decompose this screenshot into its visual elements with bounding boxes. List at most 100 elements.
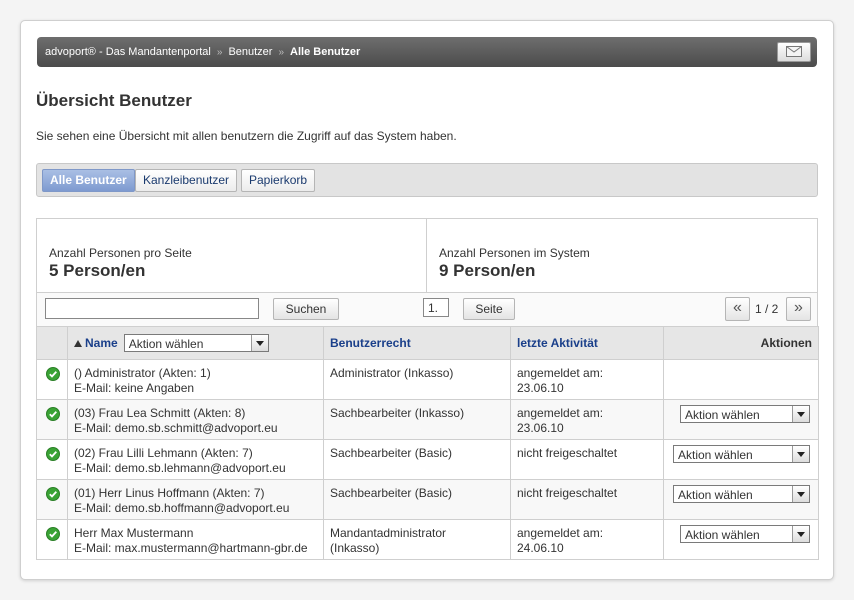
- table-row: (02) Frau Lilli Lehmann (Akten: 7) E-Mail…: [36, 439, 819, 480]
- activity-cell: nicht freigeschaltet: [510, 439, 664, 480]
- activity-cell: angemeldet am: 23.06.10: [510, 359, 664, 400]
- row-action-select[interactable]: Aktion wählen: [673, 445, 810, 463]
- activity-status: angemeldet am:: [517, 406, 604, 420]
- header-status: [36, 326, 68, 360]
- stat-per-page-value: 5 Person/en: [49, 261, 146, 280]
- user-rights-extra: (Inkasso): [330, 541, 380, 555]
- breadcrumb-item-home[interactable]: advoport® - Das Mandantenportal: [45, 46, 211, 58]
- tab-papierkorb[interactable]: Papierkorb: [241, 169, 316, 192]
- stat-total-label: Anzahl Personen im System: [439, 246, 590, 260]
- name-cell: (02) Frau Lilli Lehmann (Akten: 7) E-Mail…: [67, 439, 324, 480]
- row-action-select[interactable]: Aktion wählen: [673, 485, 810, 503]
- activity-status: nicht freigeschaltet: [517, 486, 618, 500]
- user-name[interactable]: (01) Herr Linus Hoffmann (Akten: 7): [74, 486, 317, 501]
- search-input[interactable]: [45, 298, 259, 319]
- sort-name-link[interactable]: Name: [74, 336, 118, 350]
- rights-cell: Sachbearbeiter (Basic): [323, 479, 511, 520]
- rights-cell: Sachbearbeiter (Basic): [323, 439, 511, 480]
- bulk-action-select-value: Aktion wählen: [128, 337, 204, 351]
- chevron-down-icon: [792, 486, 809, 502]
- actions-cell: Aktion wählen: [663, 479, 819, 520]
- name-cell: (03) Frau Lea Schmitt (Akten: 8) E-Mail: …: [67, 399, 324, 440]
- status-cell: [36, 519, 68, 560]
- header-activity[interactable]: letzte Aktivität: [510, 326, 664, 360]
- user-email: E-Mail: keine Angaben: [74, 381, 195, 395]
- actions-cell: Aktion wählen: [663, 399, 819, 440]
- breadcrumb-separator: »: [278, 47, 285, 58]
- page-title: Übersicht Benutzer: [36, 91, 192, 110]
- page-number-input[interactable]: 1.: [423, 298, 449, 317]
- header-name: Name Aktion wählen: [67, 326, 324, 360]
- breadcrumb: advoport® - Das Mandantenportal » Benutzer…: [37, 37, 817, 67]
- header-rights[interactable]: Benutzerrecht: [323, 326, 511, 360]
- bulk-action-select[interactable]: Aktion wählen: [123, 334, 269, 352]
- user-email: E-Mail: demo.sb.schmitt@advoport.eu: [74, 421, 278, 435]
- user-rights: Mandantadministrator: [330, 526, 447, 540]
- status-cell: [36, 399, 68, 440]
- user-name[interactable]: (02) Frau Lilli Lehmann (Akten: 7): [74, 446, 317, 461]
- chevron-down-icon: [250, 335, 268, 351]
- user-name[interactable]: () Administrator (Akten: 1): [74, 366, 317, 381]
- rights-cell: Administrator (Inkasso): [323, 359, 511, 400]
- row-action-select-value: Aktion wählen: [685, 528, 760, 542]
- user-rights: Sachbearbeiter (Basic): [330, 486, 453, 500]
- check-circle-icon: [46, 447, 60, 461]
- name-cell: Herr Max Mustermann E-Mail: max.musterman…: [67, 519, 324, 560]
- mail-icon: [786, 46, 802, 57]
- activity-status: angemeldet am:: [517, 366, 604, 380]
- row-action-select-value: Aktion wählen: [685, 408, 760, 422]
- page-count: 1 / 2: [755, 302, 779, 316]
- check-circle-icon: [46, 527, 60, 541]
- breadcrumb-item-benutzer[interactable]: Benutzer: [228, 46, 272, 58]
- row-action-select-value: Aktion wählen: [678, 488, 753, 502]
- user-email: E-Mail: demo.sb.lehmann@advoport.eu: [74, 461, 286, 475]
- tab-alle-benutzer[interactable]: Alle Benutzer: [42, 169, 135, 192]
- table-header-row: Name Aktion wählen Benutzerrecht letzte …: [36, 326, 819, 360]
- header-actions: Aktionen: [663, 326, 819, 360]
- main-panel: advoport® - Das Mandantenportal » Benutzer…: [20, 20, 834, 580]
- name-cell: (01) Herr Linus Hoffmann (Akten: 7) E-Mai…: [67, 479, 324, 520]
- mail-button[interactable]: [777, 42, 811, 62]
- check-circle-icon: [46, 367, 60, 381]
- search-button[interactable]: Suchen: [273, 298, 339, 320]
- tab-bar: Alle Benutzer Kanzleibenutzer Papierkorb: [36, 163, 818, 197]
- breadcrumb-separator: »: [216, 47, 223, 58]
- table-row: Herr Max Mustermann E-Mail: max.musterman…: [36, 519, 819, 560]
- rights-cell: Sachbearbeiter (Inkasso): [323, 399, 511, 440]
- list-toolbar: Suchen 1. Seite « 1 / 2 »: [36, 292, 818, 328]
- check-circle-icon: [46, 407, 60, 421]
- page-intro: Sie sehen eine Übersicht mit allen benut…: [36, 129, 457, 143]
- status-cell: [36, 479, 68, 520]
- activity-date: 23.06.10: [517, 421, 564, 435]
- row-action-select-value: Aktion wählen: [678, 448, 753, 462]
- status-cell: [36, 359, 68, 400]
- stat-per-page-label: Anzahl Personen pro Seite: [49, 246, 192, 260]
- go-to-page-button[interactable]: Seite: [463, 298, 515, 320]
- actions-cell: Aktion wählen: [663, 519, 819, 560]
- row-action-select[interactable]: Aktion wählen: [680, 405, 810, 423]
- chevron-down-icon: [792, 406, 809, 422]
- next-page-button[interactable]: »: [786, 297, 811, 321]
- name-cell: () Administrator (Akten: 1) E-Mail: keine…: [67, 359, 324, 400]
- table-row: (03) Frau Lea Schmitt (Akten: 8) E-Mail: …: [36, 399, 819, 440]
- user-email: E-Mail: demo.sb.hoffmann@advoport.eu: [74, 501, 290, 515]
- chevron-down-icon: [792, 446, 809, 462]
- table-row: (01) Herr Linus Hoffmann (Akten: 7) E-Mai…: [36, 479, 819, 520]
- header-name-label: Name: [85, 336, 118, 350]
- stat-total-value: 9 Person/en: [439, 261, 536, 280]
- sort-asc-icon: [74, 340, 82, 347]
- user-name[interactable]: (03) Frau Lea Schmitt (Akten: 8): [74, 406, 317, 421]
- row-action-select[interactable]: Aktion wählen: [680, 525, 810, 543]
- user-rights: Administrator (Inkasso): [330, 366, 454, 380]
- rights-cell: Mandantadministrator (Inkasso): [323, 519, 511, 560]
- pager: « 1 / 2 »: [725, 297, 811, 321]
- activity-cell: angemeldet am: 23.06.10: [510, 399, 664, 440]
- tab-kanzleibenutzer[interactable]: Kanzleibenutzer: [135, 169, 238, 192]
- status-cell: [36, 439, 68, 480]
- actions-cell: [663, 359, 819, 400]
- user-rights: Sachbearbeiter (Basic): [330, 446, 453, 460]
- user-name[interactable]: Herr Max Mustermann: [74, 526, 317, 541]
- activity-date: 23.06.10: [517, 381, 564, 395]
- prev-page-button[interactable]: «: [725, 297, 750, 321]
- stat-total: Anzahl Personen im System 9 Person/en: [427, 219, 817, 293]
